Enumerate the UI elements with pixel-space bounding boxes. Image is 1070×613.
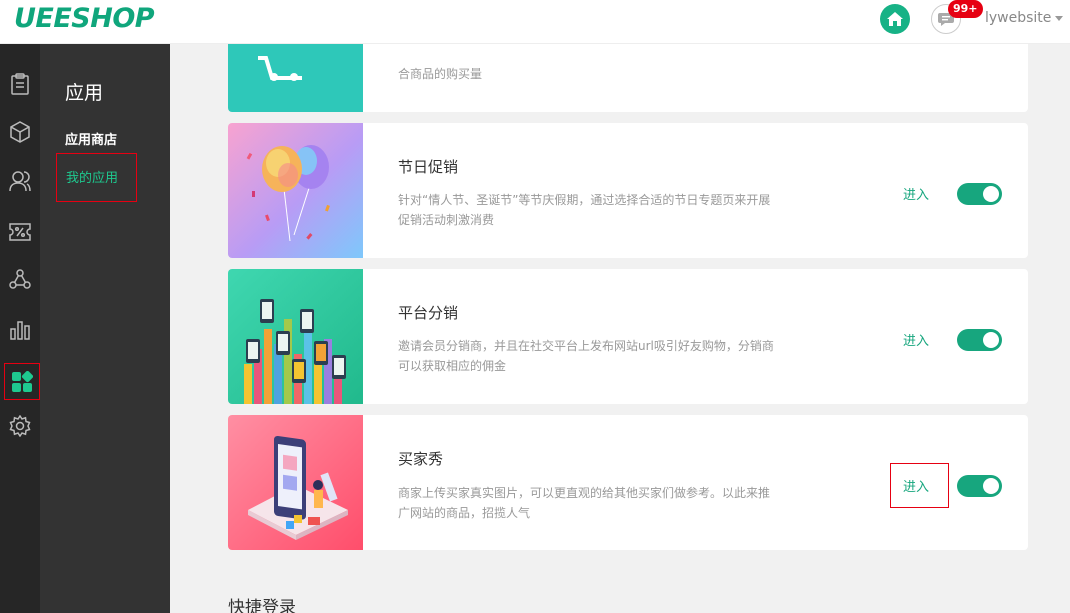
phones-illustration: [244, 299, 346, 404]
box-icon: [10, 121, 30, 143]
enable-toggle[interactable]: [957, 329, 1002, 351]
app-title: 买家秀: [398, 450, 444, 468]
app-card-distribution: 平台分销 邀请会员分销商，并且在社交平台上发布网站url吸引好友购物，分销商可以…: [228, 269, 1028, 404]
username[interactable]: lywebsite: [985, 10, 1051, 26]
enter-link[interactable]: 进入: [903, 476, 929, 495]
app-thumbnail: [228, 123, 363, 258]
section-title-quick-login: 快捷登录: [228, 598, 296, 613]
share-icon: [9, 269, 31, 289]
home-icon: [887, 12, 903, 26]
app-description: 邀请会员分销商，并且在社交平台上发布网站url吸引好友购物，分销商可以获取相应的…: [398, 339, 774, 373]
home-button[interactable]: [880, 4, 910, 34]
sidebar-title: 应用: [65, 82, 104, 104]
app-thumbnail: [228, 269, 363, 404]
sidebar-item-app-store[interactable]: 应用商店: [65, 129, 117, 148]
enable-toggle[interactable]: [957, 475, 1002, 497]
users-icon: [9, 171, 31, 192]
rail-item-settings[interactable]: [0, 406, 40, 446]
chart-icon: [10, 321, 30, 340]
sub-sidebar: 应用 应用商店 我的应用: [40, 44, 170, 613]
sidebar-item-my-apps[interactable]: 我的应用: [56, 153, 137, 202]
icon-rail: [0, 44, 40, 613]
rail-item-orders[interactable]: [0, 64, 40, 104]
app-card-holiday-promo: 节日促销 针对“情人节、圣诞节”等节庆假期，通过选择合适的节日专题页来开展促销活…: [228, 123, 1028, 258]
app-thumbnail: [228, 415, 363, 550]
logo[interactable]: UEESHOP: [14, 3, 155, 34]
app-description: 针对“情人节、圣诞节”等节庆假期，通过选择合适的节日专题页来开展促销活动刺激消费: [398, 193, 771, 227]
app-card-buyer-show: 买家秀 商家上传买家真实图片，可以更直观的给其他买家们做参考。以此来推广网站的商…: [228, 415, 1028, 550]
top-bar: UEESHOP 99+ lywebsite: [0, 0, 1070, 44]
app-description: 合商品的购买量: [398, 67, 483, 81]
buyer-show-illustration: [248, 435, 348, 540]
rail-item-stats[interactable]: [0, 310, 40, 350]
rail-item-apps[interactable]: [4, 363, 40, 400]
app-title: 平台分销: [398, 304, 459, 322]
rail-item-marketing[interactable]: [0, 212, 40, 252]
gear-icon: [9, 415, 31, 437]
notification-badge: 99+: [948, 0, 983, 18]
app-thumbnail: [228, 44, 363, 112]
enter-link[interactable]: 进入: [903, 330, 929, 349]
chevron-down-icon[interactable]: [1055, 16, 1063, 21]
balloons-illustration: [246, 145, 330, 242]
enable-toggle[interactable]: [957, 183, 1002, 205]
discount-icon: [9, 223, 31, 241]
apps-icon: [12, 370, 33, 392]
rail-item-products[interactable]: [0, 112, 40, 152]
shopping-cart-icon: [258, 56, 302, 81]
rail-item-users[interactable]: [0, 161, 40, 201]
enter-link[interactable]: 进入: [903, 184, 929, 203]
clipboard-icon: [11, 73, 29, 95]
app-card-cart: 合商品的购买量: [228, 44, 1028, 112]
app-description: 商家上传买家真实图片，可以更直观的给其他买家们做参考。以此来推广网站的商品，招揽…: [398, 486, 771, 520]
app-title: 节日促销: [398, 158, 459, 176]
rail-item-distribution[interactable]: [0, 259, 40, 299]
